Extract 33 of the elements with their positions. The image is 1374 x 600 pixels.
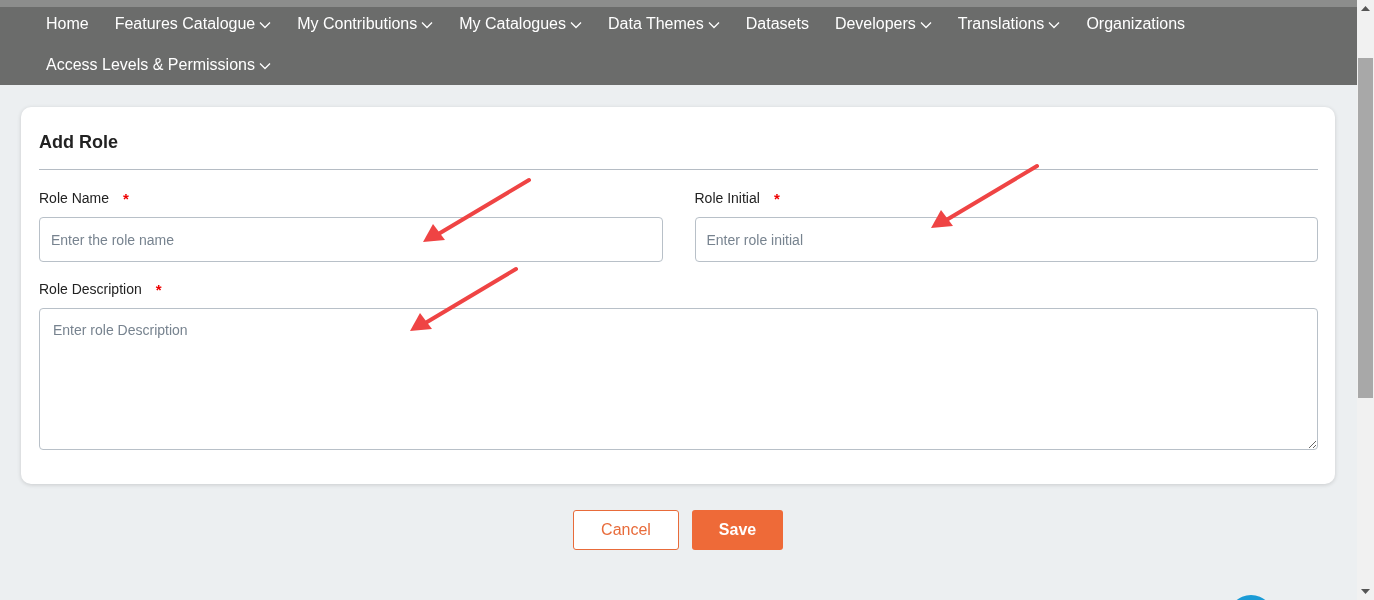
textarea-field[interactable]: Enter role Description xyxy=(39,308,1318,450)
required-asterisk: * xyxy=(773,189,780,207)
chevron-down-icon xyxy=(570,20,582,29)
field-label: Role Description xyxy=(39,281,142,297)
field-label: Role Name xyxy=(39,190,110,206)
required-asterisk: * xyxy=(155,280,162,298)
scroll-up-icon[interactable] xyxy=(1361,6,1370,11)
chevron-down-icon xyxy=(259,20,272,29)
scrollbar-thumb[interactable] xyxy=(1358,58,1373,398)
nav-menu-item[interactable]: Organizations xyxy=(1086,13,1186,34)
scrollbar[interactable] xyxy=(1357,0,1374,600)
chevron-down-icon xyxy=(919,20,932,29)
nav-menu-item[interactable]: My Catalogues xyxy=(459,13,582,34)
chevron-down-icon xyxy=(258,61,271,70)
text-input-field[interactable]: Enter role initial xyxy=(694,217,1318,262)
cancel-button[interactable]: Cancel xyxy=(573,510,679,550)
chevron-down-icon xyxy=(707,20,720,29)
text-input-field[interactable]: Enter the role name xyxy=(39,217,663,262)
nav-menu-item[interactable]: Data Themes xyxy=(608,13,720,34)
nav-menu-item[interactable]: Home xyxy=(46,13,89,34)
nav-menu-item[interactable]: Developers xyxy=(834,13,932,34)
required-asterisk: * xyxy=(123,189,129,207)
nav-menu-item[interactable]: Datasets xyxy=(745,13,809,34)
chevron-down-icon xyxy=(421,20,434,29)
scroll-down-icon[interactable] xyxy=(1361,589,1370,594)
nav-menu-item[interactable]: Features Catalogue xyxy=(114,13,272,34)
nav-menu-item[interactable]: Translations xyxy=(957,13,1061,34)
field-label: Role Initial xyxy=(694,190,760,206)
chevron-down-icon xyxy=(1048,20,1061,29)
nav-menu-item[interactable]: Access Levels & Permissions xyxy=(46,54,271,75)
nav-menu-item[interactable]: My Contributions xyxy=(297,13,434,34)
save-button[interactable]: Save xyxy=(692,510,783,550)
form-title: Add Role xyxy=(39,131,119,154)
